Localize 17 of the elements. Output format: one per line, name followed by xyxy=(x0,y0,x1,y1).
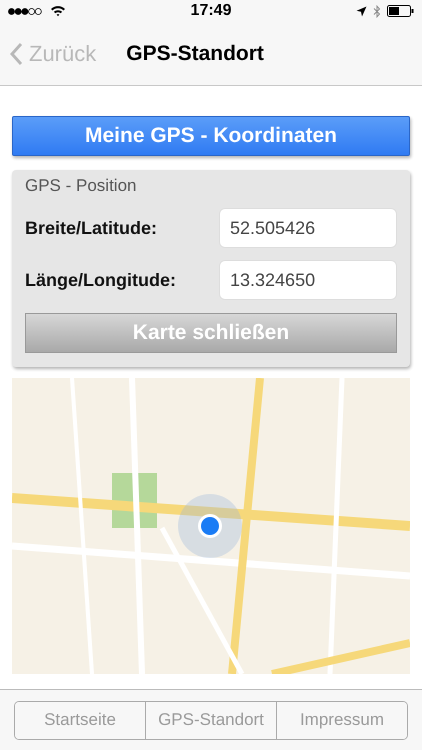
input-field[interactable]: 13.324650 xyxy=(219,260,397,300)
location-arrow-icon xyxy=(356,6,367,16)
field-label: Länge/Longitude: xyxy=(25,270,176,290)
input-field[interactable]: 52.505426 xyxy=(219,208,397,248)
panel-title: GPS - Position xyxy=(25,176,138,196)
segment-tab[interactable]: Impressum xyxy=(276,702,407,738)
close-map-button[interactable]: Karte schließen xyxy=(25,313,397,353)
bluetooth-icon xyxy=(373,4,381,18)
wifi-icon xyxy=(50,5,66,17)
nav-title: GPS-Standort xyxy=(126,42,264,66)
signal-icon xyxy=(8,8,42,14)
status-time: 17:49 xyxy=(190,2,232,20)
field-label: Breite/Latitude: xyxy=(25,218,158,238)
back-button[interactable]: Zurück xyxy=(10,40,96,66)
chevron-left-icon xyxy=(10,42,23,64)
battery-icon xyxy=(387,5,414,17)
coordinates-button[interactable]: Meine GPS - Koordinaten xyxy=(12,116,410,156)
